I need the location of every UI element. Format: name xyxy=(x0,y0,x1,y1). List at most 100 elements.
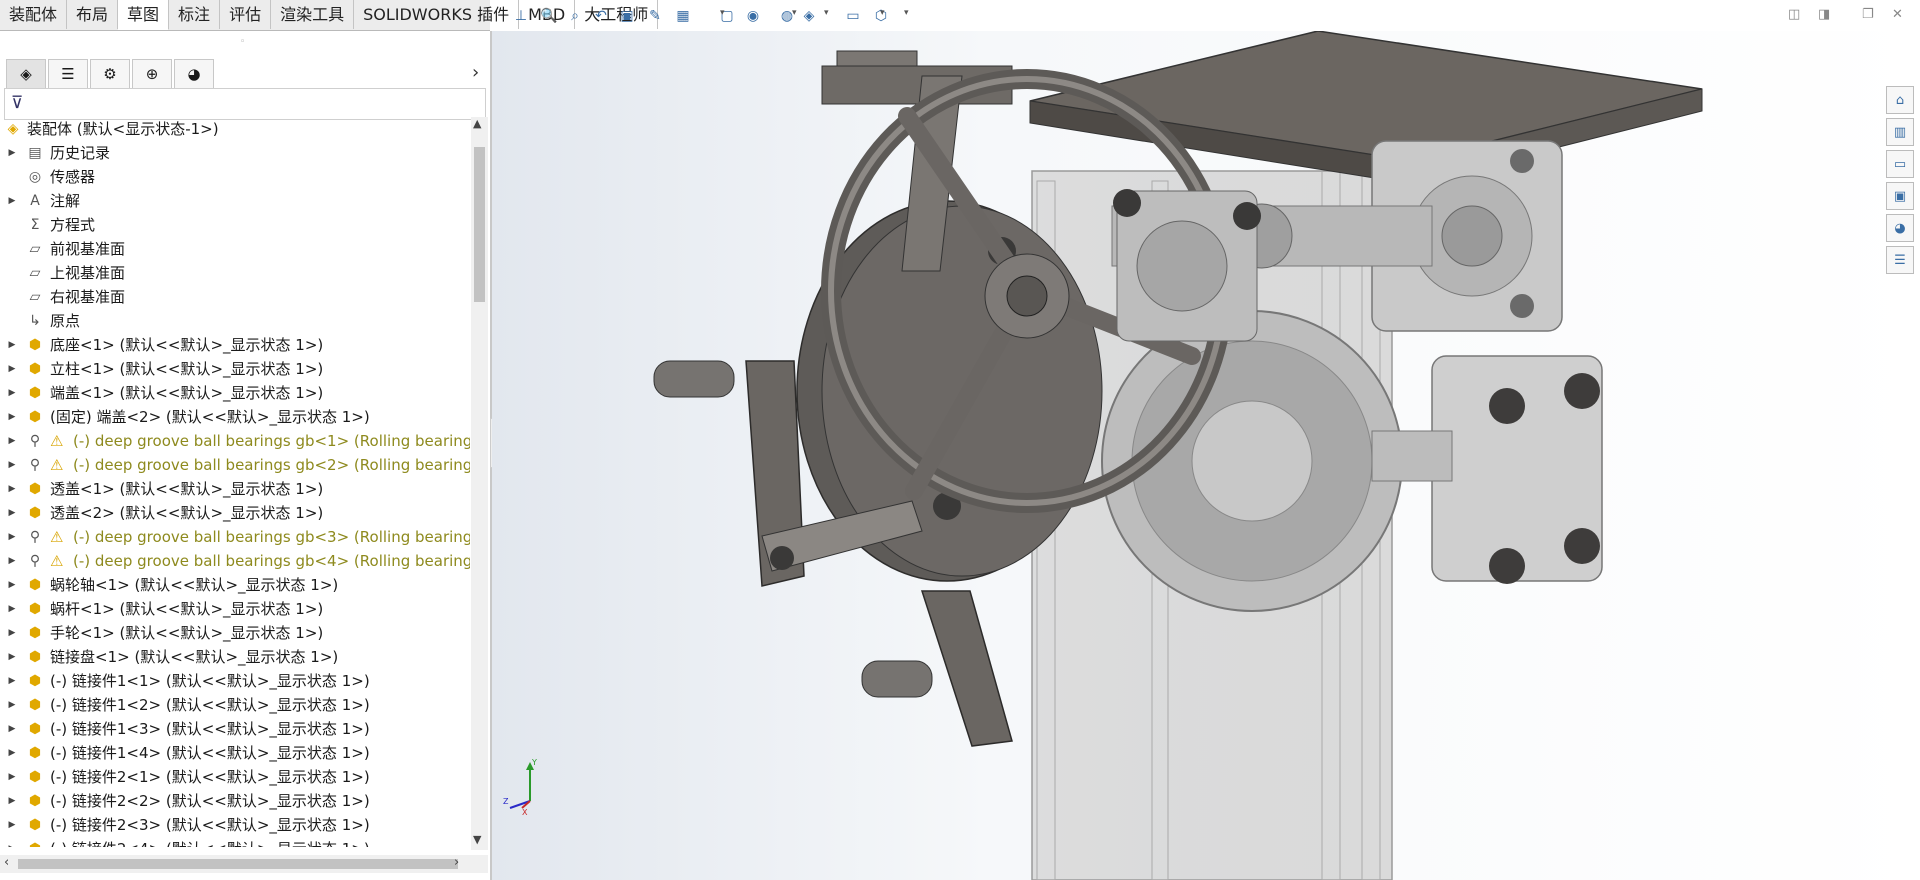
toolbar-dropdown-caret-icon[interactable]: ▾ xyxy=(720,8,725,18)
feature-manager-icon[interactable]: ◈ xyxy=(6,59,46,89)
filter-icon[interactable]: ⊽ xyxy=(11,93,23,113)
tree-row[interactable]: ▶ ⬢ 端盖<1> (默认<<默认>_显示状态 1>) xyxy=(0,381,470,405)
panel-grip[interactable]: ◦ xyxy=(240,37,245,47)
tree-row[interactable]: ▶ ⬢ (-) 链接件1<3> (默认<<默认>_显示状态 1>) xyxy=(0,717,470,741)
split-view-icon[interactable]: ◨ xyxy=(1818,7,1830,22)
previous-view-icon[interactable]: ↶ xyxy=(590,6,612,26)
apply-scene-icon[interactable]: ◈ xyxy=(798,6,820,26)
tab-5[interactable]: 渲染工具 xyxy=(271,0,355,29)
toolbar-dropdown-caret-icon[interactable]: ▾ xyxy=(880,8,885,18)
zoom-to-area-icon[interactable]: ⌕ xyxy=(564,6,586,26)
toolbar-dropdown-caret-icon[interactable]: ▾ xyxy=(792,8,797,18)
dynamic-annotation-icon[interactable]: ✎ xyxy=(644,6,666,26)
tree-row[interactable]: ▶ ⚲ ⚠ (-) deep groove ball bearings gb<4> (… xyxy=(0,549,470,573)
expand-arrow-icon[interactable]: ▶ xyxy=(7,573,17,597)
zoom-to-fit-icon[interactable]: 🔍 xyxy=(538,6,560,26)
tree-row[interactable]: ▶ ⬢ (-) 链接件1<4> (默认<<默认>_显示状态 1>) xyxy=(0,741,470,765)
tree-row[interactable]: ▶ ⚲ ⚠ (-) deep groove ball bearings gb<3> (… xyxy=(0,525,470,549)
tree-row[interactable]: ▱ 上视基准面 xyxy=(0,261,470,285)
expand-arrow-icon[interactable]: ▶ xyxy=(7,717,17,741)
tab-4[interactable]: 评估 xyxy=(220,0,272,29)
tree-row[interactable]: ▶ A 注解 xyxy=(0,189,470,213)
tree-vertical-scrollbar[interactable]: ▲ ▼ xyxy=(471,117,488,850)
expand-arrow-icon[interactable]: ▶ xyxy=(7,477,17,501)
tree-row[interactable]: ▶ ⚲ ⚠ (-) deep groove ball bearings gb<1> (… xyxy=(0,429,470,453)
tree-row[interactable]: ▶ ⬢ (-) 链接件2<1> (默认<<默认>_显示状态 1>) xyxy=(0,765,470,789)
view-palette-icon[interactable]: ▣ xyxy=(1886,182,1914,210)
tree-row[interactable]: ▶ ⬢ 手轮<1> (默认<<默认>_显示状态 1>) xyxy=(0,621,470,645)
expand-arrow-icon[interactable]: ▶ xyxy=(7,813,17,837)
scroll-left-arrow[interactable]: ‹ xyxy=(4,855,9,870)
expand-arrow-icon[interactable]: ▶ xyxy=(7,693,17,717)
expand-arrow-icon[interactable]: ▶ xyxy=(7,621,17,645)
hub-bearing[interactable] xyxy=(1113,189,1261,342)
expand-arrow-icon[interactable]: ▶ xyxy=(7,789,17,813)
tree-row[interactable]: ▶ ⬢ 底座<1> (默认<<默认>_显示状态 1>) xyxy=(0,333,470,357)
expand-arrow-icon[interactable]: ▶ xyxy=(7,141,17,165)
panel-tabs-more-arrow[interactable]: › xyxy=(472,62,479,83)
view-orientation-icon[interactable]: ⊥ xyxy=(510,6,532,26)
tree-row[interactable]: ▶ ⬢ 立柱<1> (默认<<默认>_显示状态 1>) xyxy=(0,357,470,381)
tree-row[interactable]: ▶ ⬢ (-) 链接件2<4> (默认<<默认>_显示状态 1>) xyxy=(0,837,470,847)
expand-arrow-icon[interactable]: ▶ xyxy=(7,669,17,693)
tree-row[interactable]: ▶ ⬢ (-) 链接件2<2> (默认<<默认>_显示状态 1>) xyxy=(0,789,470,813)
tree-root-row[interactable]: ◈ 装配体 (默认<显示状态-1>) xyxy=(0,117,470,141)
expand-arrow-icon[interactable]: ▶ xyxy=(7,765,17,789)
tab-2[interactable]: 草图 xyxy=(118,0,170,30)
display-pane-icon[interactable]: ▭ xyxy=(842,6,864,26)
design-library-icon[interactable]: ▥ xyxy=(1886,118,1914,146)
tree-row[interactable]: ▶ ⬢ (-) 链接件1<1> (默认<<默认>_显示状态 1>) xyxy=(0,669,470,693)
horizontal-scroll-thumb[interactable] xyxy=(18,859,458,869)
tree-row[interactable]: ▶ ⬢ 透盖<2> (默认<<默认>_显示状态 1>) xyxy=(0,501,470,525)
tree-filter-input[interactable]: ⊽ xyxy=(4,88,486,120)
toolbar-dropdown-caret-icon[interactable]: ▾ xyxy=(824,8,829,18)
expand-arrow-icon[interactable]: ▶ xyxy=(7,837,17,847)
property-manager-icon[interactable]: ☰ xyxy=(48,59,88,89)
appearances-icon[interactable]: ◕ xyxy=(1886,214,1914,242)
scroll-thumb[interactable] xyxy=(474,147,485,302)
tree-row[interactable]: ▶ ⬢ 蜗轮轴<1> (默认<<默认>_显示状态 1>) xyxy=(0,573,470,597)
tree-row[interactable]: ▱ 右视基准面 xyxy=(0,285,470,309)
tree-row[interactable]: ▶ ⬢ (-) 链接件2<3> (默认<<默认>_显示状态 1>) xyxy=(0,813,470,837)
tree-row[interactable]: ▱ 前视基准面 xyxy=(0,237,470,261)
tree-row[interactable]: ◎ 传感器 xyxy=(0,165,470,189)
configuration-manager-icon[interactable]: ⚙ xyxy=(90,59,130,89)
expand-arrow-icon[interactable]: ▶ xyxy=(7,501,17,525)
dimxpert-icon[interactable]: ⊕ xyxy=(132,59,172,89)
tab-1[interactable]: 布局 xyxy=(67,0,119,29)
expand-arrow-icon[interactable]: ▶ xyxy=(7,429,17,453)
expand-arrow-icon[interactable]: ▶ xyxy=(7,189,17,213)
section-view-icon[interactable]: ▣ xyxy=(616,6,638,26)
view-settings-icon[interactable]: ▦ xyxy=(672,6,694,26)
tree-row[interactable]: ↳ 原点 xyxy=(0,309,470,333)
expand-arrow-icon[interactable]: ▶ xyxy=(7,549,17,573)
expand-arrow-icon[interactable]: ▶ xyxy=(7,645,17,669)
expand-arrow-icon[interactable]: ▶ xyxy=(7,453,17,477)
tree-row[interactable]: ▶ ⬢ 蜗杆<1> (默认<<默认>_显示状态 1>) xyxy=(0,597,470,621)
expand-arrow-icon[interactable]: ▶ xyxy=(7,381,17,405)
solidworks-resources-icon[interactable]: ⌂ xyxy=(1886,86,1914,114)
expand-arrow-icon[interactable]: ▶ xyxy=(7,597,17,621)
scroll-up-arrow[interactable]: ▲ xyxy=(473,117,481,130)
expand-arrow-icon[interactable]: ▶ xyxy=(7,405,17,429)
front-end-cover[interactable] xyxy=(1371,355,1603,584)
tree-row[interactable]: ▶ ⬢ 透盖<1> (默认<<默认>_显示状态 1>) xyxy=(0,477,470,501)
custom-properties-icon[interactable]: ☰ xyxy=(1886,246,1914,274)
restore-panel-icon[interactable]: ◫ xyxy=(1788,7,1800,22)
crank-handle-lower[interactable] xyxy=(861,590,1013,747)
close-window-icon[interactable]: ✕ xyxy=(1892,7,1903,22)
expand-arrow-icon[interactable]: ▶ xyxy=(7,525,17,549)
tree-row[interactable]: ▶ ⬢ (固定) 端盖<2> (默认<<默认>_显示状态 1>) xyxy=(0,405,470,429)
tab-0[interactable]: 装配体 xyxy=(0,0,68,29)
hide-show-items-icon[interactable]: ◉ xyxy=(742,6,764,26)
tree-row[interactable]: Σ 方程式 xyxy=(0,213,470,237)
scroll-right-arrow[interactable]: › xyxy=(454,855,459,870)
tree-row[interactable]: ▶ ▤ 历史记录 xyxy=(0,141,470,165)
expand-arrow-icon[interactable]: ▶ xyxy=(7,333,17,357)
display-manager-icon[interactable]: ◕ xyxy=(174,59,214,89)
tree-row[interactable]: ▶ ⚲ ⚠ (-) deep groove ball bearings gb<2> (… xyxy=(0,453,470,477)
expand-arrow-icon[interactable]: ▶ xyxy=(7,741,17,765)
file-explorer-icon[interactable]: ▭ xyxy=(1886,150,1914,178)
tree-row[interactable]: ▶ ⬢ 链接盘<1> (默认<<默认>_显示状态 1>) xyxy=(0,645,470,669)
tree-row[interactable]: ▶ ⬢ (-) 链接件1<2> (默认<<默认>_显示状态 1>) xyxy=(0,693,470,717)
